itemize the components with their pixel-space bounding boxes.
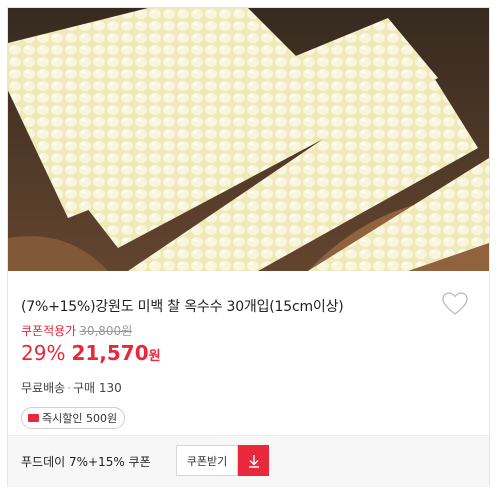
price-row: 29% 21,570원	[21, 341, 161, 365]
product-card[interactable]: (7%+15%)강원도 미백 찰 옥수수 30개입(15cm이상) 쿠폰적용가 3…	[7, 7, 490, 487]
badge-label: 즉시할인 500원	[42, 412, 118, 425]
get-coupon-label[interactable]: 쿠폰받기	[176, 445, 238, 476]
instant-discount-badge: 즉시할인 500원	[21, 407, 126, 429]
product-image[interactable]	[8, 8, 489, 271]
corn-photo	[8, 8, 489, 271]
product-meta: 무료배송 · 구매 130	[21, 381, 122, 395]
purchase-count: 구매 130	[73, 381, 122, 395]
download-icon[interactable]	[238, 445, 269, 476]
coupon-text: 푸드데이 7%+15% 쿠폰	[21, 455, 151, 469]
heart-icon[interactable]	[440, 289, 470, 319]
coupon-icon	[28, 414, 39, 422]
product-title[interactable]: (7%+15%)강원도 미백 찰 옥수수 30개입(15cm이상)	[21, 296, 344, 316]
currency-unit: 원	[148, 349, 161, 364]
shipping-info: 무료배송	[21, 381, 66, 395]
discount-rate: 29%	[21, 341, 66, 365]
coupon-price-label: 쿠폰적용가	[21, 324, 77, 338]
coupon-bar: 푸드데이 7%+15% 쿠폰 쿠폰받기	[8, 435, 489, 487]
original-price-row: 쿠폰적용가 30,800원	[21, 322, 132, 339]
get-coupon-button[interactable]: 쿠폰받기	[176, 445, 269, 476]
original-price: 30,800원	[79, 324, 133, 338]
sale-price: 21,570	[71, 341, 149, 365]
